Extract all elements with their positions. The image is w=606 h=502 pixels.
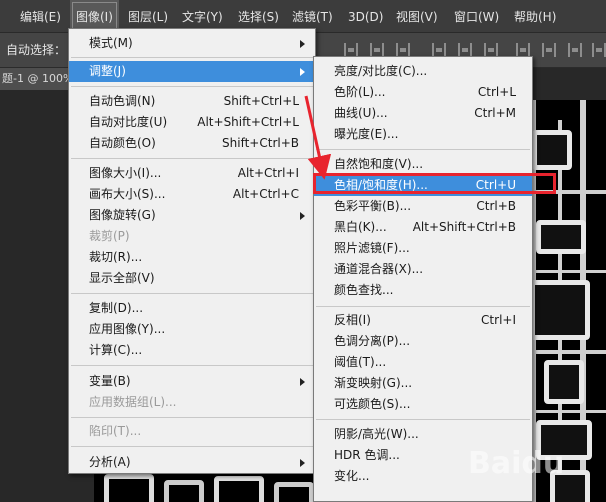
baidu-watermark: Baidu bbox=[468, 446, 565, 481]
annotation-arrow-icon bbox=[304, 95, 332, 180]
